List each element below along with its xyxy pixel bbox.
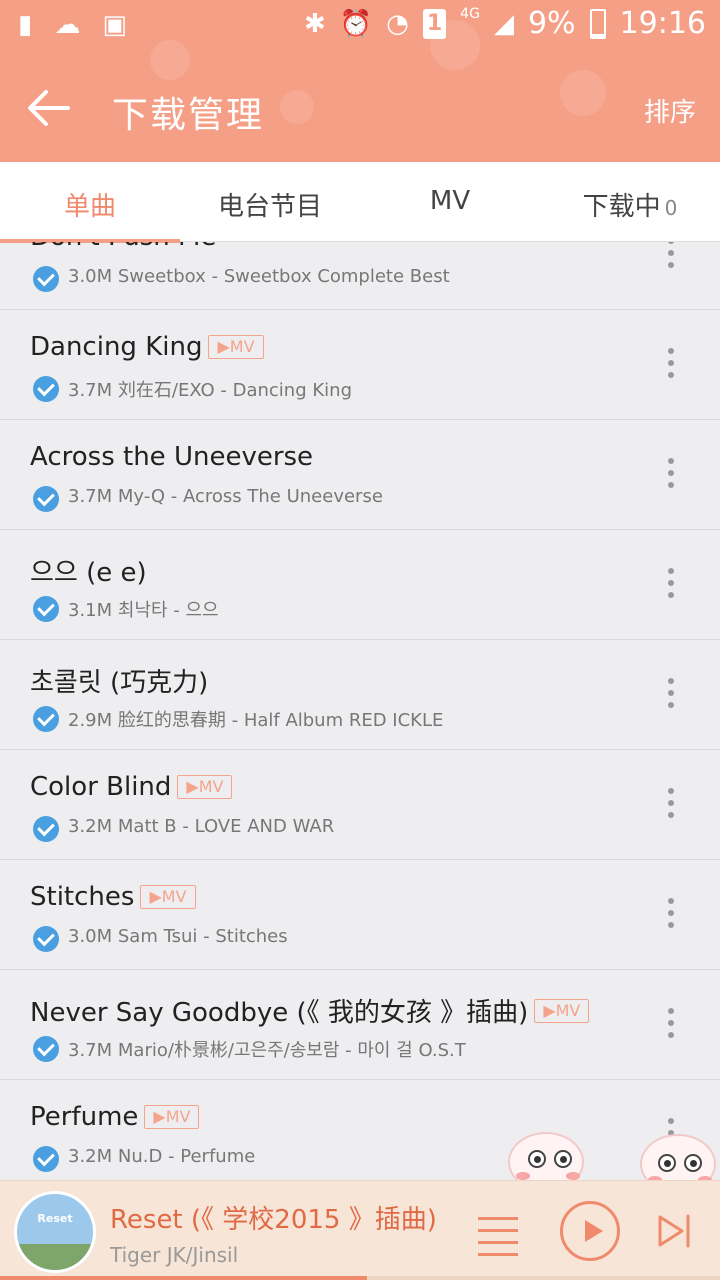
more-options-icon[interactable] xyxy=(668,788,674,824)
song-subtitle: 3.2M Matt B - LOVE AND WAR xyxy=(68,816,335,837)
list-item[interactable]: Don't Push Me 3.0M Sweetbox - Sweetbox C… xyxy=(0,242,720,310)
list-item[interactable]: Never Say Goodbye (《 我的女孩 》插曲) ▶MV 3.7M M… xyxy=(0,970,720,1080)
sim-indicator: 1 xyxy=(422,8,447,39)
downloaded-check-icon xyxy=(33,816,59,842)
song-title: Never Say Goodbye (《 我的女孩 》插曲) xyxy=(30,998,529,1028)
mv-badge[interactable]: ▶MV xyxy=(208,335,264,359)
song-subtitle: 3.0M Sweetbox - Sweetbox Complete Best xyxy=(68,266,450,287)
more-options-icon[interactable] xyxy=(668,458,674,494)
more-options-icon[interactable] xyxy=(668,1008,674,1044)
more-options-icon[interactable] xyxy=(668,348,674,384)
list-item[interactable]: Across the Uneeverse 3.7M My-Q - Across … xyxy=(0,420,720,530)
list-item[interactable]: Stitches ▶MV 3.0M Sam Tsui - Stitches xyxy=(0,860,720,970)
playback-progress-fill xyxy=(0,1276,368,1280)
downloaded-check-icon xyxy=(33,706,59,732)
app-header: ▮ ☁ ▣ ✱ ⏰ ◔ 1 4G ◢ 9% 19:16 下载管理 排序 xyxy=(0,0,720,162)
sort-button[interactable]: 排序 xyxy=(644,92,696,129)
more-options-icon[interactable] xyxy=(668,678,674,714)
tab-mv[interactable]: MV xyxy=(360,186,540,216)
alert-icon: ▮ xyxy=(18,10,33,40)
cover-text: Reset xyxy=(37,1212,73,1225)
downloaded-check-icon xyxy=(33,266,59,292)
album-cover[interactable]: Reset xyxy=(14,1191,96,1273)
tab-bar: 单曲 电台节目 MV 下载中 0 xyxy=(0,162,720,243)
signal-icon: ◢ xyxy=(493,8,514,39)
status-bar: ▮ ☁ ▣ ✱ ⏰ ◔ 1 4G ◢ 9% 19:16 xyxy=(0,0,720,52)
weather-icon: ☁ xyxy=(54,10,81,40)
tab-downloading[interactable]: 下载中 0 xyxy=(540,186,720,223)
song-title: Dancing King xyxy=(30,332,203,362)
next-track-icon[interactable] xyxy=(656,1213,694,1249)
play-button[interactable] xyxy=(560,1201,620,1261)
song-title: Perfume xyxy=(30,1102,139,1132)
song-subtitle: 3.0M Sam Tsui - Stitches xyxy=(68,926,288,947)
mv-badge[interactable]: ▶MV xyxy=(177,775,233,799)
song-subtitle: 3.2M Nu.D - Perfume xyxy=(68,1146,256,1167)
bluetooth-icon: ✱ xyxy=(304,8,326,39)
downloaded-check-icon xyxy=(33,1036,59,1062)
song-list[interactable]: Don't Push Me 3.0M Sweetbox - Sweetbox C… xyxy=(0,242,720,1180)
song-title: 으으 (e e) xyxy=(30,558,147,588)
network-type: 4G xyxy=(460,5,480,22)
more-options-icon[interactable] xyxy=(668,898,674,934)
song-title: Don't Push Me xyxy=(30,242,216,252)
downloaded-check-icon xyxy=(33,596,59,622)
clock: 19:16 xyxy=(619,6,706,41)
now-playing-artist: Tiger JK/Jinsil xyxy=(110,1243,239,1267)
playback-progress[interactable] xyxy=(0,1276,720,1280)
song-subtitle: 3.1M 최낙타 - 으으 xyxy=(68,600,219,621)
mv-badge[interactable]: ▶MV xyxy=(144,1105,200,1129)
list-item[interactable]: Perfume ▶MV 3.2M Nu.D - Perfume xyxy=(0,1080,720,1180)
song-title: Color Blind xyxy=(30,772,172,802)
list-item[interactable]: 으으 (e e) 3.1M 최낙타 - 으으 xyxy=(0,530,720,640)
downloaded-check-icon xyxy=(33,926,59,952)
song-subtitle: 3.7M My-Q - Across The Uneeverse xyxy=(68,486,383,507)
battery-icon xyxy=(589,8,606,39)
downloaded-check-icon xyxy=(33,486,59,512)
page-title: 下载管理 xyxy=(112,95,265,136)
battery-percent: 9% xyxy=(527,6,576,41)
song-subtitle: 3.7M Mario/朴景彬/고은주/송보람 - 마이 걸 O.S.T xyxy=(68,1040,466,1061)
tab-radio-programs[interactable]: 电台节目 xyxy=(180,186,360,223)
title-bar: 下载管理 排序 xyxy=(0,62,720,152)
downloaded-check-icon xyxy=(33,1146,59,1172)
list-item[interactable]: Dancing King ▶MV 3.7M 刘在石/EXO - Dancing K… xyxy=(0,310,720,420)
song-title: Stitches xyxy=(30,882,135,912)
downloading-count: 0 xyxy=(664,196,678,220)
back-arrow-icon[interactable] xyxy=(24,84,72,132)
mv-badge[interactable]: ▶MV xyxy=(140,885,196,909)
playlist-icon[interactable] xyxy=(478,1217,518,1265)
mv-badge[interactable]: ▶MV xyxy=(534,998,590,1023)
now-playing-bar[interactable]: Reset Reset (《 学校2015 》插曲) Tiger JK/Jins… xyxy=(0,1180,720,1280)
list-item[interactable]: 초콜릿 (巧克力) 2.9M 脸红的思春期 - Half Album RED I… xyxy=(0,640,720,750)
song-title: 초콜릿 (巧克力) xyxy=(30,668,209,698)
image-icon: ▣ xyxy=(102,10,127,40)
alarm-icon: ⏰ xyxy=(339,8,373,39)
more-options-icon[interactable] xyxy=(668,568,674,604)
more-options-icon[interactable] xyxy=(668,242,674,274)
list-item[interactable]: Color Blind ▶MV 3.2M Matt B - LOVE AND WA… xyxy=(0,750,720,860)
song-subtitle: 3.7M 刘在石/EXO - Dancing King xyxy=(68,380,352,401)
song-subtitle: 2.9M 脸红的思春期 - Half Album RED ICKLE xyxy=(68,710,444,731)
wifi-icon: ◔ xyxy=(386,8,409,39)
downloaded-check-icon xyxy=(33,376,59,402)
song-title: Across the Uneeverse xyxy=(30,442,314,472)
tab-downloading-label: 下载中 xyxy=(582,192,661,222)
tab-singles[interactable]: 单曲 xyxy=(0,186,180,223)
now-playing-title: Reset (《 学校2015 》插曲) xyxy=(110,1205,437,1235)
